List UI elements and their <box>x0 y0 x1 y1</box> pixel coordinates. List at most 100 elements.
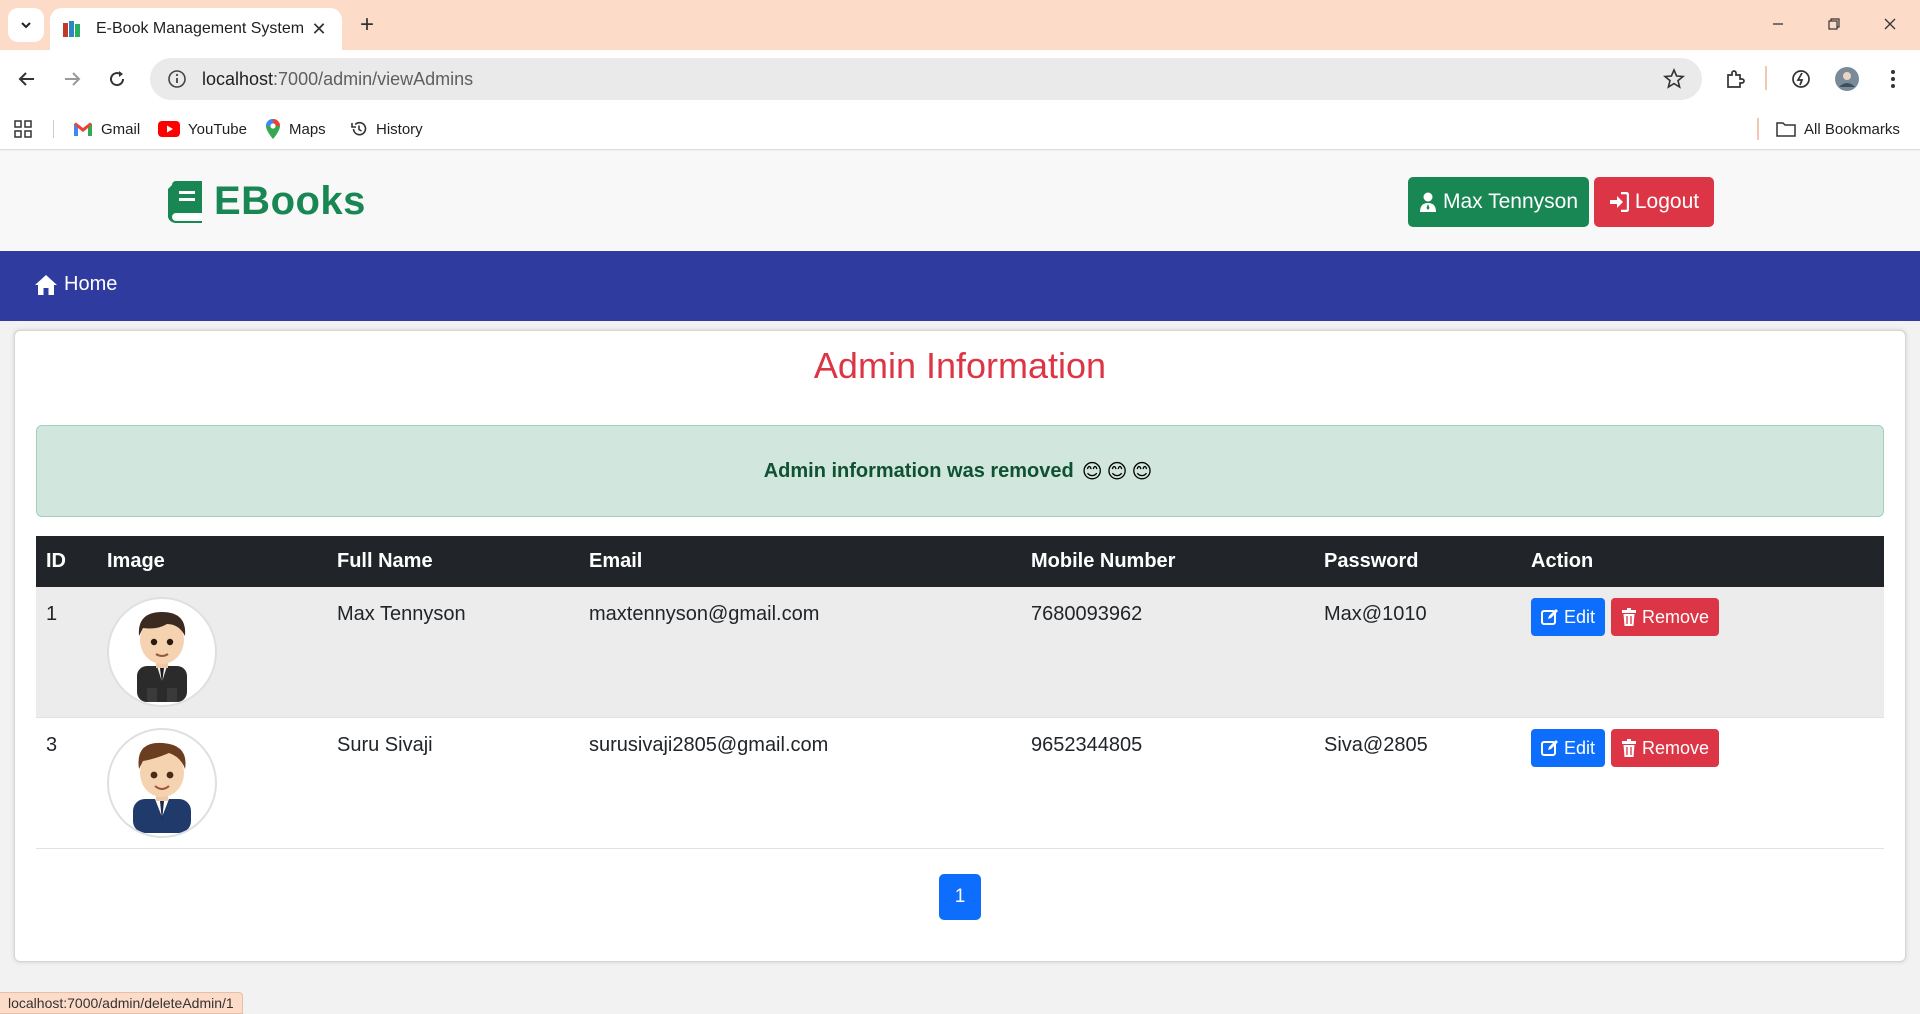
nav-home-link[interactable]: Home <box>34 273 117 296</box>
remove-label: Remove <box>1642 737 1710 758</box>
remove-label: Remove <box>1642 606 1710 627</box>
cartoon-avatar-icon <box>137 612 187 702</box>
all-bookmarks-label: All Bookmarks <box>1804 120 1900 138</box>
reload-icon <box>110 71 125 87</box>
new-tab-button[interactable]: + <box>352 10 382 40</box>
remove-button[interactable]: Remove <box>1611 598 1720 636</box>
gmail-icon <box>74 122 92 136</box>
edit-label: Edit <box>1564 606 1596 627</box>
forward-button[interactable] <box>55 62 89 96</box>
cell-password: Max@1010 <box>1324 603 1427 625</box>
cell-id: 1 <box>46 603 58 625</box>
chevron-down-icon <box>21 22 31 29</box>
remove-button[interactable]: Remove <box>1611 729 1720 767</box>
bookmarks-divider <box>1757 118 1759 140</box>
bookmark-youtube[interactable]: YouTube <box>158 118 247 140</box>
column-header: ID <box>46 550 66 572</box>
tab-search-button[interactable] <box>8 8 44 42</box>
avatar <box>107 728 217 838</box>
user-profile-button[interactable]: Max Tennyson <box>1408 177 1589 227</box>
reload-button[interactable] <box>100 62 134 96</box>
column-header: Mobile Number <box>1031 550 1176 572</box>
close-window-button[interactable] <box>1868 6 1912 42</box>
url-text[interactable]: localhost:7000/admin/viewAdmins <box>202 69 1662 90</box>
avatar <box>107 597 217 707</box>
speed-icon <box>1792 70 1810 88</box>
user-icon <box>1419 192 1436 212</box>
folder-icon <box>1776 122 1796 137</box>
cell-actions: Edit Remove <box>1531 718 1884 767</box>
success-alert: Admin information was removed 😊😊😊 <box>36 425 1884 517</box>
column-header: Email <box>589 550 643 572</box>
minimize-button[interactable] <box>1756 6 1800 42</box>
url-path: :7000/admin/viewAdmins <box>273 68 474 89</box>
page-title: Admin Information <box>813 345 1107 386</box>
close-icon <box>1884 18 1896 30</box>
column-header: Full Name <box>337 550 433 572</box>
profile-avatar[interactable] <box>1830 62 1864 96</box>
bookmark-gmail[interactable]: Gmail <box>73 118 140 140</box>
column-header: Password <box>1324 550 1419 572</box>
books-icon <box>63 21 80 37</box>
table-row: 3 Suru Sivaji surusivaji2805@gmail.com 9… <box>36 718 1884 849</box>
cell-image <box>107 587 337 717</box>
logout-button[interactable]: Logout <box>1594 177 1714 227</box>
active-tab[interactable]: E-Book Management System ✕ <box>50 8 342 50</box>
restore-button[interactable] <box>1812 6 1856 42</box>
edit-icon <box>1541 609 1558 625</box>
cell-id: 3 <box>46 734 58 756</box>
more-vert-icon <box>1891 70 1895 88</box>
extensions-button[interactable] <box>1718 62 1752 96</box>
sign-in-icon <box>1609 192 1629 212</box>
menu-button[interactable] <box>1876 62 1910 96</box>
star-icon[interactable] <box>1662 67 1686 91</box>
cell-email: surusivaji2805@gmail.com <box>589 734 829 756</box>
user-button-label: Max Tennyson <box>1442 190 1579 213</box>
avatar-icon <box>1835 67 1859 91</box>
bookmarks-divider <box>53 120 54 138</box>
brand-logo[interactable]: EBooks <box>168 179 366 224</box>
bookmark-label: YouTube <box>188 120 247 138</box>
main-navbar: Home <box>0 251 1920 321</box>
restore-icon <box>1828 18 1840 30</box>
tab-title: E-Book Management System <box>96 20 305 37</box>
smile-emoji: 😊😊😊 <box>1081 460 1157 483</box>
puzzle-icon <box>1727 70 1745 88</box>
bookmark-label: History <box>376 120 423 138</box>
toolbar-divider <box>1765 66 1767 90</box>
cell-password: Siva@2805 <box>1324 734 1428 756</box>
edit-label: Edit <box>1564 737 1596 758</box>
trash-icon <box>1622 739 1637 757</box>
apps-button[interactable] <box>14 118 40 140</box>
alert-message: Admin information was removed <box>763 459 1074 482</box>
cell-image <box>107 718 337 848</box>
column-header: Image <box>107 550 165 572</box>
address-bar[interactable]: localhost:7000/admin/viewAdmins <box>150 58 1702 100</box>
arrow-right-icon <box>65 72 81 86</box>
back-button[interactable] <box>10 62 44 96</box>
admin-info-card: Admin Information Admin information was … <box>14 330 1906 962</box>
cell-full-name: Suru Sivaji <box>337 734 433 756</box>
site-header: EBooks Max Tennyson Logout <box>0 151 1920 251</box>
arrow-left-icon <box>18 72 34 86</box>
site-info-icon[interactable] <box>166 68 188 90</box>
url-host: localhost <box>202 68 274 89</box>
bookmark-maps[interactable]: Maps <box>265 118 326 140</box>
pagination-page-1[interactable]: 1 <box>939 874 981 920</box>
column-header: Action <box>1531 550 1594 572</box>
bookmark-history[interactable]: History <box>350 118 423 140</box>
bookmarks-bar: Gmail YouTube Maps History All Bookmarks <box>0 108 1920 150</box>
status-bar-url: localhost:7000/admin/deleteAdmin/1 <box>0 992 243 1014</box>
edit-button[interactable]: Edit <box>1531 729 1606 767</box>
nav-home-label: Home <box>64 273 118 295</box>
edit-button[interactable]: Edit <box>1531 598 1606 636</box>
all-bookmarks-button[interactable]: All Bookmarks <box>1776 118 1900 140</box>
table-row: 1 Max Tennyson maxtennyson@gmail.com 768… <box>36 587 1884 718</box>
table-header: ID Image Full Name Email Mobile Number P… <box>36 536 1884 587</box>
brand-name: EBooks <box>214 179 366 223</box>
cell-email: maxtennyson@gmail.com <box>589 603 820 625</box>
trash-icon <box>1622 608 1637 626</box>
close-tab-icon[interactable]: ✕ <box>308 19 330 40</box>
cartoon-avatar-icon <box>133 742 191 833</box>
performance-button[interactable] <box>1784 62 1818 96</box>
